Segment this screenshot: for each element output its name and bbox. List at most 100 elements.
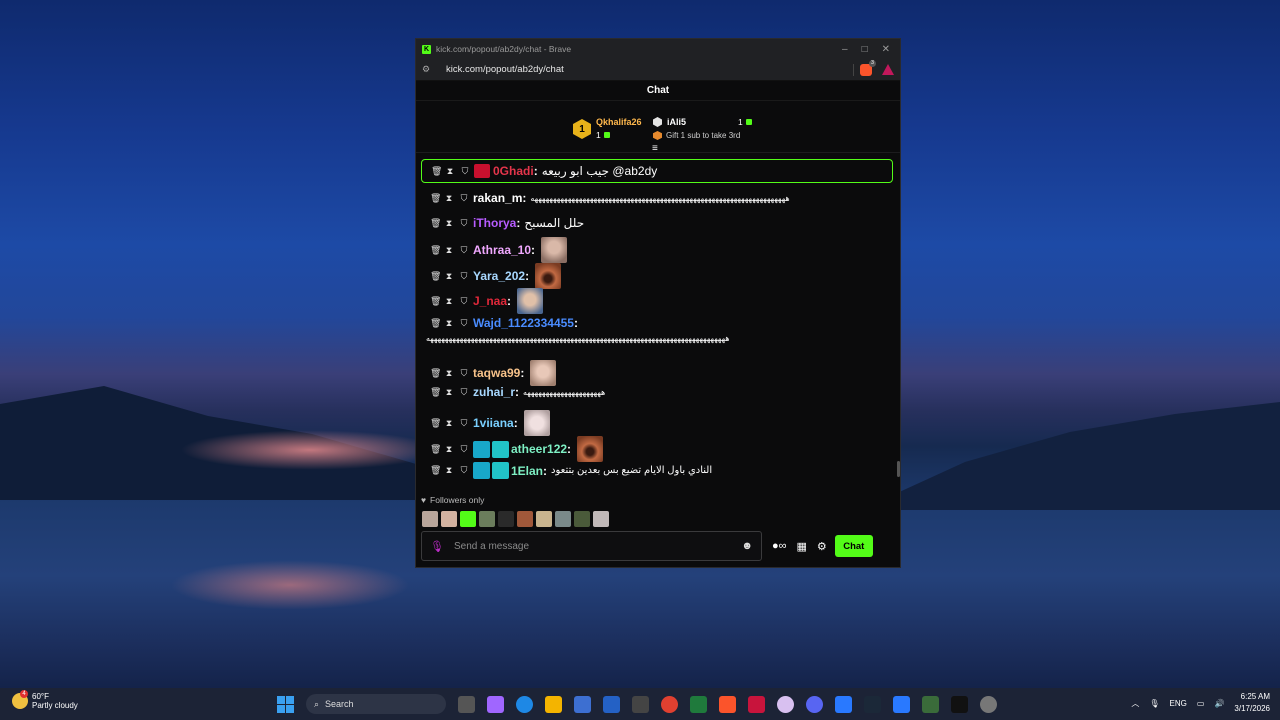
emote-icon[interactable] [460,511,476,527]
microphone-icon[interactable]: 🎙 [1149,699,1159,708]
weather-widget[interactable]: 4 60°F Partly cloudy [12,690,78,710]
timeout-icon[interactable]: ⧗ [445,387,453,398]
delete-icon[interactable]: 🗑 [430,245,441,256]
username[interactable]: taqwa99 [473,366,520,380]
delete-icon[interactable]: 🗑 [430,418,441,429]
language-indicator[interactable]: ENG [1170,699,1187,708]
delete-icon[interactable]: 🗑 [430,465,441,476]
app-icon[interactable] [951,695,968,713]
chat-scrollbar[interactable] [896,153,900,487]
minimize-button[interactable]: – [842,44,848,55]
username[interactable]: Athraa_10 [473,243,531,257]
ban-icon[interactable]: ⛉ [460,318,468,329]
username[interactable]: iThorya [473,216,516,230]
timeout-icon[interactable]: ⧗ [445,245,453,256]
emote-icon[interactable] [517,511,533,527]
timeout-icon[interactable]: ⧗ [445,318,453,329]
timeout-icon[interactable]: ⧗ [445,444,453,455]
app-icon[interactable] [980,695,997,713]
emote-icon[interactable] [479,511,495,527]
delete-icon[interactable]: 🗑 [430,318,441,329]
ban-icon[interactable]: ⛉ [460,296,468,307]
send-chat-button[interactable]: Chat [834,535,873,557]
username[interactable]: 1Elan [511,464,543,478]
delete-icon[interactable]: 🗑 [431,166,442,177]
discord-icon[interactable] [806,695,823,713]
maximize-button[interactable]: □ [862,44,868,55]
delete-icon[interactable]: 🗑 [430,387,441,398]
start-icon[interactable] [277,695,294,713]
delete-icon[interactable]: 🗑 [430,444,441,455]
chrome-icon[interactable] [661,695,678,713]
timeout-icon[interactable]: ⧗ [445,193,453,204]
excel-icon[interactable] [690,695,707,713]
brave-rewards-icon[interactable] [882,64,894,75]
message-input[interactable] [453,540,742,552]
delete-icon[interactable]: 🗑 [430,218,441,229]
leaderboard-second[interactable]: iAli5 1 Gift 1 sub to take 3rd [653,117,752,140]
emote-icon[interactable] [535,263,562,289]
delete-icon[interactable]: 🗑 [430,193,441,204]
app-icon[interactable] [632,695,649,713]
emote-icon[interactable] [517,288,544,314]
copilot-icon[interactable] [487,695,504,713]
message-input-box[interactable]: 🎙 ☻ [421,531,762,561]
timeout-icon[interactable]: ⧗ [445,218,453,229]
emote-icon[interactable] [422,511,438,527]
username[interactable]: J_naa [473,294,507,308]
timeout-icon[interactable]: ⧗ [445,465,453,476]
settings-icon[interactable]: ⚙ [817,540,827,553]
delete-icon[interactable]: 🗑 [430,296,441,307]
app-icon[interactable] [893,695,910,713]
volume-icon[interactable]: 🔊 [1214,699,1224,708]
task-view-icon[interactable] [458,695,475,713]
timeout-icon[interactable]: ⧗ [445,418,453,429]
ban-icon[interactable]: ⛉ [460,387,468,398]
emote-icon[interactable] [555,511,571,527]
app-icon[interactable] [777,695,794,713]
username[interactable]: Wajd_1122334455 [473,316,574,330]
emote-icon[interactable] [541,237,568,263]
emote-icon[interactable] [577,436,604,462]
username[interactable]: 1viiana [473,416,514,430]
leaderboard-first[interactable]: 1 Qkhalifa26 1 [573,117,642,140]
network-icon[interactable]: ▭ [1197,699,1205,708]
timeout-icon[interactable]: ⧗ [445,296,453,307]
ban-icon[interactable]: ⛉ [460,444,468,455]
timeout-icon[interactable]: ⧗ [445,368,453,379]
ban-icon[interactable]: ⛉ [460,418,468,429]
clock[interactable]: 6:25 AM 3/17/2026 [1234,691,1270,715]
ban-icon[interactable]: ⛉ [460,368,468,379]
brave-icon[interactable] [719,695,736,713]
app-icon[interactable] [922,695,939,713]
emote-icon[interactable] [530,360,557,386]
ban-icon[interactable]: ⛉ [460,271,468,282]
emote-icon[interactable] [498,511,514,527]
timeout-icon[interactable]: ⧗ [446,166,454,177]
emoji-icon[interactable]: ☻ [741,540,753,552]
site-info-icon[interactable]: ⚙ [422,64,434,75]
ban-icon[interactable]: ⛉ [461,166,469,177]
ban-icon[interactable]: ⛉ [460,465,468,476]
microphone-icon[interactable]: 🎙 [430,540,444,553]
store-icon[interactable] [574,695,591,713]
timeout-icon[interactable]: ⧗ [445,271,453,282]
username[interactable]: rakan_m [473,191,522,205]
ban-icon[interactable]: ⛉ [460,218,468,229]
username[interactable]: 0Ghadi [493,164,534,178]
chevron-up-icon[interactable]: ︿ [1131,698,1139,709]
ban-icon[interactable]: ⛉ [460,193,468,204]
username[interactable]: zuhai_r [473,385,515,399]
store-icon[interactable]: ▦ [797,540,807,553]
search-box[interactable]: ⌕ Search [306,694,446,714]
delete-icon[interactable]: 🗑 [430,271,441,282]
steam-icon[interactable] [864,695,881,713]
emote-icon[interactable] [523,410,550,436]
emote-icon[interactable] [441,511,457,527]
delete-icon[interactable]: 🗑 [430,368,441,379]
brave-shields-icon[interactable]: 3 [860,59,876,76]
app-icon[interactable] [835,695,852,713]
ban-icon[interactable]: ⛉ [460,245,468,256]
emote-icon[interactable] [536,511,552,527]
username[interactable]: atheer122 [511,442,567,456]
